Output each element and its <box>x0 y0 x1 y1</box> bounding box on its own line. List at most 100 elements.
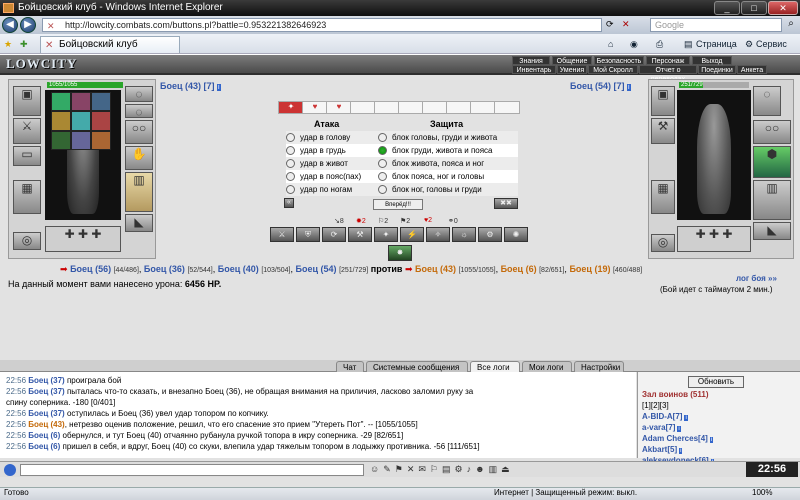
add-favorite-icon[interactable]: ✚ <box>20 37 28 51</box>
ability-1[interactable]: ⚔ <box>270 227 294 242</box>
trick-slot-8[interactable] <box>446 101 472 114</box>
close-button[interactable]: ✕ <box>768 1 798 15</box>
menu-top-item[interactable]: Выход <box>692 56 732 65</box>
log-time[interactable]: 22:56 <box>6 409 26 418</box>
sound-icon[interactable]: ♪ <box>467 464 472 476</box>
clan-icon[interactable]: ⚐ <box>430 464 438 476</box>
defense-radio[interactable] <box>378 146 387 155</box>
defense-radio[interactable] <box>378 159 387 168</box>
online-user[interactable]: a-vara[7] i <box>642 423 798 434</box>
menu-bottom-item[interactable]: Анкета <box>737 65 767 74</box>
team-left-fighter[interactable]: Боец (56) [44/486], <box>70 264 144 274</box>
menu-bottom-item[interactable]: Мой Скролл <box>588 65 638 74</box>
log-fighter[interactable]: Боец (37) <box>28 387 64 396</box>
attack-radio[interactable] <box>286 146 295 155</box>
search-icon[interactable]: ⌕ <box>784 18 798 32</box>
amulet-slot[interactable]: ◌ <box>125 104 153 119</box>
team-left-fighter[interactable]: Боец (54) [251/729] <box>296 264 371 274</box>
right-armor-slot[interactable]: ▦ <box>651 180 675 214</box>
ability-10[interactable]: ✺ <box>504 227 528 242</box>
chat-tab[interactable]: Мои логи <box>522 361 572 372</box>
trick-slot-6[interactable] <box>398 101 424 114</box>
trick-slot-9[interactable] <box>470 101 496 114</box>
filter-icon[interactable]: ⚑ <box>395 464 403 476</box>
defense-option[interactable]: блок груди, живота и пояса <box>378 144 518 157</box>
right-small-items-row[interactable]: ✚ ✚ ✚ <box>677 226 751 252</box>
menu-bottom-item[interactable]: Умения <box>557 65 587 74</box>
team-left-fighter[interactable]: Боец (40) [103/504], <box>218 264 296 274</box>
fighter-name[interactable]: Боец (56) <box>70 264 111 274</box>
ring-slots[interactable]: ○○ <box>125 120 153 144</box>
user-info-icon[interactable]: i <box>679 448 683 454</box>
weapon-slot[interactable]: ⚔ <box>13 118 41 144</box>
ability-6[interactable]: ⚡ <box>400 227 424 242</box>
translit-icon[interactable]: ✎ <box>383 464 391 476</box>
trick-slot-7[interactable] <box>422 101 448 114</box>
online-user[interactable]: Adam Cherces[4] i <box>642 434 798 445</box>
ability-3[interactable]: ⟳ <box>322 227 346 242</box>
exit-icon[interactable]: ⏏ <box>501 464 510 476</box>
friends-icon[interactable]: ☻ <box>475 464 484 476</box>
ability-5[interactable]: ✦ <box>374 227 398 242</box>
menu-top-item[interactable]: Персонаж <box>646 56 690 65</box>
right-pants-slot[interactable]: ▥ <box>753 180 791 220</box>
attack-option[interactable]: удар в голову <box>286 131 382 144</box>
fighter-name[interactable]: Боец (6) <box>501 264 537 274</box>
browser-tab[interactable]: ✕ Бойцовский клуб <box>40 36 180 53</box>
user-info-icon[interactable]: i <box>709 437 714 443</box>
clear-icon[interactable]: ✕ <box>407 464 415 476</box>
trick-slot-10[interactable] <box>494 101 520 114</box>
ability-8[interactable]: ☼ <box>452 227 476 242</box>
ability-4[interactable]: ⚒ <box>348 227 372 242</box>
earring-slot[interactable]: ◌ <box>125 86 153 102</box>
settings-icon[interactable]: ⚙ <box>455 464 463 476</box>
refresh-icon[interactable]: ⟳ <box>606 19 614 30</box>
refresh-button[interactable]: Обновить <box>688 376 744 388</box>
trick-slot-2[interactable]: ♥ <box>302 101 328 114</box>
trick-slot-1[interactable]: ✦ <box>278 101 304 114</box>
defense-option[interactable]: блок головы, груди и живота <box>378 131 518 144</box>
menu-bottom-item[interactable]: Инвентарь <box>512 65 556 74</box>
ability-9[interactable]: ⚙ <box>478 227 502 242</box>
chat-tab[interactable]: Системные сообщения <box>366 361 468 372</box>
prev-icon[interactable]: « <box>284 198 294 208</box>
print-icon[interactable]: ⎙ <box>656 37 663 51</box>
attack-option[interactable]: удар в пояс(пах) <box>286 170 382 183</box>
helmet-slot[interactable]: ▣ <box>13 86 41 116</box>
forward-button[interactable]: ▶ <box>20 17 36 33</box>
map-icon[interactable]: ▤ <box>442 464 451 476</box>
chat-globe-icon[interactable] <box>4 464 16 476</box>
log-fighter[interactable]: Боец (37) <box>28 409 64 418</box>
favorites-star-icon[interactable]: ★ <box>4 37 12 51</box>
ability-2[interactable]: ⛨ <box>296 227 320 242</box>
log-fighter[interactable]: Боец (37) <box>28 376 64 385</box>
boots-slot[interactable]: ◣ <box>125 214 153 232</box>
team-right-fighter[interactable]: Боец (19) [460/488] <box>569 264 642 274</box>
team-right-fighter[interactable]: Боец (43) [1055/1055], <box>415 264 501 274</box>
trick-slot-5[interactable] <box>374 101 400 114</box>
right-belt-slot[interactable]: ◎ <box>651 234 675 252</box>
book-icon[interactable]: ▥ <box>489 464 498 476</box>
small-items-row[interactable]: ✚ ✚ ✚ <box>45 226 121 252</box>
log-time[interactable]: 22:56 <box>6 376 26 385</box>
user-info-icon[interactable]: i <box>684 415 688 421</box>
online-user[interactable]: A-BID-A[7] i <box>642 412 798 423</box>
belt-slot[interactable]: ◎ <box>13 232 41 250</box>
log-time[interactable]: 22:56 <box>6 442 26 451</box>
user-name[interactable]: A-BID-A[7] <box>642 412 682 421</box>
search-input[interactable]: Google <box>650 18 782 32</box>
ability-7[interactable]: ✧ <box>426 227 450 242</box>
fighter-name[interactable]: Боец (43) <box>415 264 456 274</box>
page-menu[interactable]: Страница <box>696 37 737 51</box>
log-fighter[interactable]: Боец (6) <box>28 442 60 451</box>
tools-menu[interactable]: Сервис <box>756 37 787 51</box>
home-icon[interactable]: ⌂ <box>608 37 613 51</box>
attack-radio[interactable] <box>286 172 295 181</box>
defense-option[interactable]: блок живота, пояса и ног <box>378 157 518 170</box>
armor-slot[interactable]: ▦ <box>13 180 41 214</box>
submit-button[interactable]: Вперёд!!! <box>373 199 423 210</box>
user-name[interactable]: Adam Cherces[4] <box>642 434 708 443</box>
feeds-icon[interactable]: ◉ <box>630 37 638 51</box>
pants-slot[interactable]: ▥ <box>125 172 153 212</box>
fighter-name[interactable]: Боец (40) <box>218 264 259 274</box>
